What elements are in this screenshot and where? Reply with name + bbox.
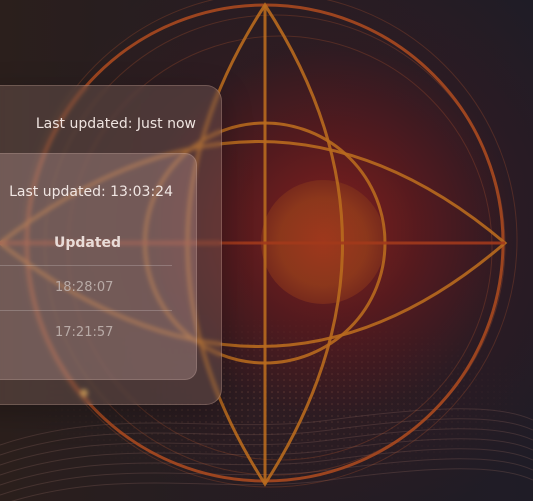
- inner-last-updated: Last updated: 13:03:24: [9, 184, 173, 200]
- dashboard-background: Last updated: Just now Last updated: 13:…: [0, 0, 533, 501]
- updated-column-header: Updated: [54, 235, 122, 251]
- table-row[interactable]: 17:21:57: [0, 311, 172, 355]
- updated-cell: 18:28:07: [55, 280, 114, 295]
- updates-table: Updated 18:28:07 17:21:57: [0, 227, 172, 355]
- updated-cell: 17:21:57: [55, 325, 114, 340]
- table-header: Updated: [0, 227, 172, 266]
- inner-status-card: Last updated: 13:03:24 Updated 18:28:07 …: [0, 153, 197, 380]
- table-row[interactable]: 18:28:07: [0, 266, 172, 311]
- outer-last-updated: Last updated: Just now: [35, 116, 196, 132]
